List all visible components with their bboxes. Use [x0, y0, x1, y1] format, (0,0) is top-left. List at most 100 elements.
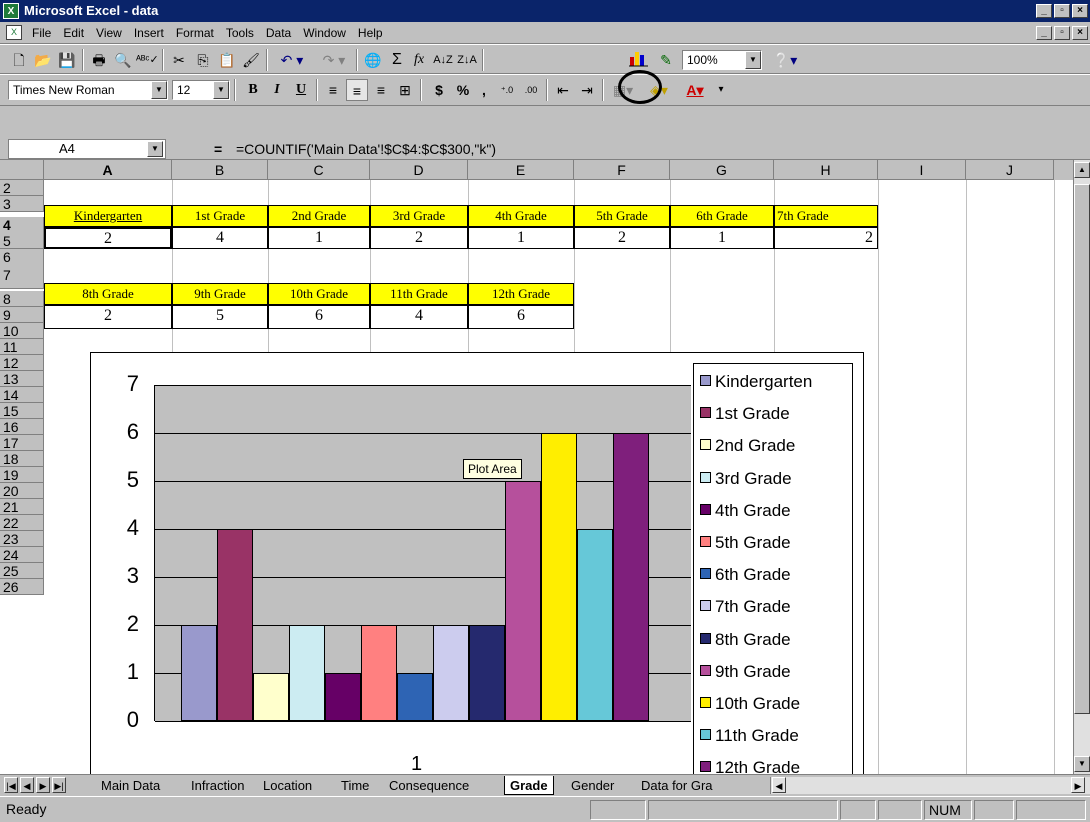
open-icon[interactable]: 📂 — [32, 49, 54, 71]
chart-wizard-icon[interactable] — [627, 49, 651, 71]
function-icon[interactable]: fx — [408, 49, 430, 71]
workbook-icon[interactable]: X — [6, 25, 22, 40]
bar-6th-grade[interactable] — [397, 673, 433, 721]
row-header[interactable]: 26 — [0, 579, 44, 595]
bold-button[interactable]: B — [242, 79, 264, 101]
close-button[interactable]: × — [1072, 4, 1088, 18]
header-cell[interactable]: 12th Grade — [468, 283, 574, 305]
row-header[interactable]: 21 — [0, 499, 44, 515]
excel-icon[interactable]: X — [3, 3, 19, 19]
toolbar-options-icon[interactable]: ▾ — [714, 79, 728, 101]
font-select[interactable]: Times New Roman ▼ — [8, 80, 168, 100]
horizontal-scrollbar[interactable]: ◀ ▶ — [770, 777, 1090, 794]
bar-7th-grade[interactable] — [433, 625, 469, 721]
equals-sign[interactable]: = — [214, 139, 222, 159]
tab-main-data[interactable]: Main Data — [96, 776, 165, 795]
minimize-button[interactable]: _ — [1036, 4, 1052, 18]
row-header[interactable]: 18 — [0, 451, 44, 467]
row-header[interactable]: 7 — [0, 267, 44, 289]
doc-restore-button[interactable]: ▫ — [1054, 26, 1070, 40]
header-cell[interactable]: 9th Grade — [172, 283, 268, 305]
save-icon[interactable]: 💾 — [56, 49, 78, 71]
next-sheet-icon[interactable]: ▶ — [36, 777, 50, 793]
menu-file[interactable]: File — [26, 22, 57, 44]
value-cell[interactable]: 4 — [370, 305, 468, 329]
copy-icon[interactable]: ⎘ — [192, 49, 214, 71]
bar-4th-grade[interactable] — [325, 673, 361, 721]
value-cell[interactable]: 2 — [44, 305, 172, 329]
tab-grade[interactable]: Grade — [504, 776, 554, 795]
row-header[interactable]: 24 — [0, 547, 44, 563]
scroll-down-icon[interactable]: ▼ — [1074, 756, 1090, 772]
header-cell[interactable]: Kindergarten — [44, 205, 172, 227]
row-header[interactable]: 10 — [0, 323, 44, 339]
chevron-down-icon[interactable]: ▼ — [151, 81, 167, 99]
header-cell[interactable]: 4th Grade — [468, 205, 574, 227]
value-cell[interactable]: 6 — [268, 305, 370, 329]
increase-decimal-icon[interactable]: ⁺.0 — [496, 79, 518, 101]
header-cell[interactable]: 5th Grade — [574, 205, 670, 227]
embedded-chart[interactable]: Plot Area 1 Kindergarten 1st Grade 2nd Gra… — [90, 352, 864, 774]
print-preview-icon[interactable]: 🔍 — [112, 49, 134, 71]
maximize-button[interactable]: ▫ — [1054, 4, 1070, 18]
value-cell[interactable]: 2 — [370, 227, 468, 249]
row-header[interactable]: 5 — [0, 233, 44, 249]
scroll-right-icon[interactable]: ▶ — [1071, 777, 1085, 793]
help-icon[interactable]: ❔▾ — [770, 49, 800, 71]
decrease-indent-icon[interactable]: ⇤ — [552, 79, 574, 101]
col-header-j[interactable]: J — [966, 160, 1054, 180]
spelling-icon[interactable]: ᴬᴮᶜ✓ — [136, 49, 159, 71]
row-header[interactable]: 9 — [0, 307, 44, 323]
menu-view[interactable]: View — [90, 22, 128, 44]
tab-consequence[interactable]: Consequence — [384, 776, 474, 795]
paste-icon[interactable]: 📋 — [216, 49, 238, 71]
row-header[interactable]: 23 — [0, 531, 44, 547]
decrease-decimal-icon[interactable]: .00 — [520, 79, 542, 101]
chevron-down-icon[interactable]: ▼ — [745, 51, 761, 69]
row-header[interactable]: 17 — [0, 435, 44, 451]
bar-10th-grade[interactable] — [541, 433, 577, 721]
row-header[interactable]: 25 — [0, 563, 44, 579]
menu-insert[interactable]: Insert — [128, 22, 170, 44]
header-cell[interactable]: 11th Grade — [370, 283, 468, 305]
col-header-f[interactable]: F — [574, 160, 670, 180]
col-header-c[interactable]: C — [268, 160, 370, 180]
align-right-icon[interactable]: ≡ — [370, 79, 392, 101]
print-icon[interactable]: 🖶 — [88, 49, 110, 71]
header-cell[interactable]: 7th Grade — [774, 205, 878, 227]
align-center-icon[interactable]: ≡ — [346, 79, 368, 101]
chart-legend[interactable]: Kindergarten 1st Grade 2nd Grade 3rd Grade 4… — [693, 363, 853, 774]
row-header[interactable]: 12 — [0, 355, 44, 371]
currency-button[interactable]: $ — [428, 79, 450, 101]
menu-data[interactable]: Data — [260, 22, 297, 44]
tab-data-for-gra[interactable]: Data for Gra — [636, 776, 718, 795]
row-header[interactable]: 16 — [0, 419, 44, 435]
italic-button[interactable]: I — [266, 79, 288, 101]
col-header-b[interactable]: B — [172, 160, 268, 180]
bar-kindergarten[interactable] — [181, 625, 217, 721]
prev-sheet-icon[interactable]: ◀ — [20, 777, 34, 793]
merge-center-icon[interactable]: ⊞ — [394, 79, 416, 101]
row-header[interactable]: 3 — [0, 196, 44, 212]
bar-2nd-grade[interactable] — [253, 673, 289, 721]
bar-3rd-grade[interactable] — [289, 625, 325, 721]
menu-window[interactable]: Window — [297, 22, 352, 44]
format-painter-icon[interactable]: 🖌 — [240, 49, 262, 71]
underline-button[interactable]: U — [290, 79, 312, 101]
value-cell[interactable]: 5 — [172, 305, 268, 329]
zoom-select[interactable]: 100% ▼ — [682, 50, 762, 70]
font-color-icon[interactable]: A▾ — [678, 79, 712, 101]
row-header[interactable]: 14 — [0, 387, 44, 403]
comma-button[interactable]: , — [476, 79, 492, 101]
align-left-icon[interactable]: ≡ — [322, 79, 344, 101]
chevron-down-icon[interactable]: ▼ — [213, 81, 229, 99]
hyperlink-icon[interactable]: 🌐 — [362, 49, 384, 71]
first-sheet-icon[interactable]: |◀ — [4, 777, 18, 793]
doc-close-button[interactable]: × — [1072, 26, 1088, 40]
row-header[interactable]: 13 — [0, 371, 44, 387]
bar-12th-grade[interactable] — [613, 433, 649, 721]
sort-ascending-icon[interactable]: A↓Z — [432, 49, 454, 71]
selected-cell[interactable]: 2 — [44, 227, 172, 249]
redo-icon[interactable]: ↷ ▾ — [314, 49, 354, 71]
col-header-h[interactable]: H — [774, 160, 878, 180]
